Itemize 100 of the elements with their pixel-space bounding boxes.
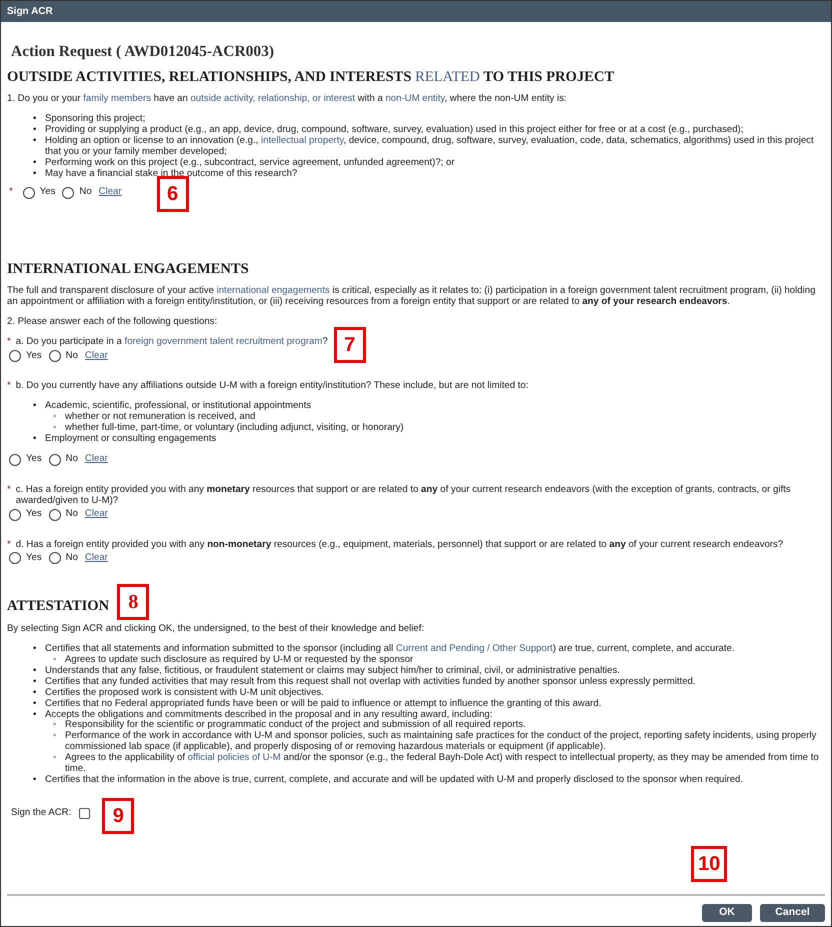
list-item-text: Certifies the proposed work is consistent with U-M unit objectives.	[45, 688, 324, 699]
list-item-text: Certifies that any funded activities that may result from this request shall not overlap with activities funded by another sponsor unless expressly permitted.	[45, 676, 696, 688]
callout-number: 9	[102, 798, 134, 834]
radio-label: Yes	[40, 187, 56, 198]
link[interactable]: outside activity, relationship, or interest	[190, 93, 356, 104]
link[interactable]: Current and Pending / Other Support	[396, 642, 553, 654]
list-item-text: whether or not remuneration is received, and	[65, 412, 256, 423]
link[interactable]: intellectual property	[261, 135, 344, 146]
radio-button[interactable]	[9, 508, 21, 520]
bullet: •	[33, 136, 38, 148]
callout-number: 7	[334, 327, 366, 364]
window-title: Sign ACR	[1, 1, 831, 22]
question-text: a. Do you participate in a foreign government talent recruitment program?	[16, 337, 328, 348]
list-item-text: Certifies that the information in the above is true, current, complete, and accurate and will be updated with U-M and properly disclosed to the sponsor when required.	[45, 775, 744, 786]
radio-label: No	[66, 509, 78, 520]
radio-button[interactable]	[9, 350, 21, 362]
bullet: •	[33, 644, 38, 655]
bullet: •	[33, 434, 38, 445]
link[interactable]: RELATED	[415, 68, 480, 85]
link[interactable]: official policies of U-M	[188, 752, 281, 764]
cancel-button[interactable]: Cancel	[760, 904, 825, 922]
radio-button[interactable]	[48, 454, 61, 466]
list-item-text: Understands that any false, fictitious, or fraudulent statement or claims may subject him/her to criminal, civil, or administrative penalties.	[45, 666, 620, 677]
bullet: •	[33, 666, 38, 677]
radio-button[interactable]	[9, 552, 21, 564]
bullet: •	[33, 676, 38, 688]
list-item-text: Providing or supplying a product (e.g., an app, device, drug, compound, software, survey, evaluation) used in this project either for free or at a cost (e.g., purchased);	[45, 125, 744, 136]
bullet: ◦	[53, 731, 58, 744]
page-title: Action Request ( AWD012045-ACR003)	[11, 43, 276, 61]
required-asterisk: *	[7, 337, 11, 348]
bullet: •	[33, 698, 38, 710]
bullet: •	[33, 710, 38, 720]
bullet: ◦	[53, 654, 58, 666]
required-asterisk: *	[7, 381, 11, 392]
radio-label: No	[66, 454, 78, 466]
question-text: c. Has a foreign entity provided you with any monetary resources that support or are related to any of your current research endeavors (with the exception of grants, contracts, or gifts awarded/given to U-M)?	[16, 484, 792, 506]
bullet: ◦	[53, 422, 58, 434]
list-item-text: Responsibility for the scientific or programmatic conduct of the project and submission of all required reports.	[65, 720, 526, 731]
list-item-text: Sponsoring this project;	[45, 114, 146, 125]
bullet: •	[33, 400, 38, 412]
bullet: ◦	[53, 753, 58, 766]
clear-link[interactable]: Clear	[98, 187, 122, 198]
bullet: •	[33, 125, 38, 136]
radio-button[interactable]	[48, 350, 61, 362]
list-item-text: Employment or consulting engagements	[45, 434, 216, 445]
list-item-text: Certifies that no Federal appropriated funds have been or will be paid to influence or attempt to influence the granting of this award.	[45, 698, 602, 710]
question-text: The full and transparent disclosure of your active international engagements is critical, especially as it relates to: (i) participation in a foreign government talent recruitment program, (ii) holding an appointment or affiliation with a foreign entity/institution, or (iii) receiving resources from a foreign entity that support or are related to any of your research endeavors.	[7, 286, 816, 308]
link[interactable]: family members	[83, 93, 151, 104]
question-text: By selecting Sign ACR and clicking OK, the undersigned, to the best of their knowledge and belief:	[7, 624, 424, 635]
section-heading: INTERNATIONAL ENGAGEMENTS	[7, 260, 249, 278]
radio-label: No	[66, 350, 78, 362]
callout-number: 6	[156, 176, 189, 212]
list-item-text: whether full-time, part-time, or voluntary (including adjunct, visiting, or honorary)	[65, 422, 404, 434]
checkbox[interactable]	[79, 808, 90, 819]
list-item-text: Academic, scientific, professional, or institutional appointments	[45, 400, 312, 412]
radio-label: Yes	[26, 454, 42, 466]
bullet: •	[33, 158, 38, 169]
list-item-text: Performing work on this project (e.g., subcontract, service agreement, unfunded agreement)?; or	[45, 158, 455, 169]
radio-button[interactable]	[48, 552, 61, 564]
clear-link[interactable]: Clear	[84, 350, 108, 362]
callout-number: 8	[117, 584, 150, 620]
radio-label: No	[79, 187, 92, 198]
list-item-text: Holding an option or license to an innovation (e.g., intellectual property, device, compound, drug, software, survey, evaluation, code, data, schematics, algorithms) used in this project that you or your family member developed;	[45, 136, 815, 158]
radio-label: Yes	[26, 552, 42, 564]
required-asterisk: *	[7, 540, 11, 550]
radio-button[interactable]	[9, 454, 21, 466]
radio-button[interactable]	[22, 186, 35, 199]
list-item-text: Accepts the obligations and commitments described in the proposal and in any resulting award, including:	[45, 710, 492, 720]
radio-label: Yes	[26, 350, 42, 362]
list-item-text: Agrees to update such disclosure as required by U-M or requested by the sponsor	[65, 654, 414, 666]
clear-link[interactable]: Clear	[84, 552, 108, 564]
bullet: ◦	[53, 412, 58, 423]
question-text: 1. Do you or your family members have an outside activity, relationship, or interest with a non-UM entity, where the non-UM entity is:	[7, 94, 567, 106]
required-asterisk: *	[7, 484, 11, 497]
question-text: 2. Please answer each of the following questions:	[7, 317, 218, 328]
ok-button[interactable]: OK	[702, 904, 752, 922]
bullet: •	[33, 688, 38, 699]
list-item-text: Agrees to the applicability of official policies of U-M and/or the sponsor (e.g., the federal Bayh-Dole Act) with respect to intellectual property, as they may be amended from time to time.	[65, 753, 820, 775]
question-text: d. Has a foreign entity provided you with any non-monetary resources (e.g., equipment, materials, personnel) that support or are related to any of your current research endeavors?	[16, 540, 784, 550]
bullet: •	[33, 114, 38, 126]
section-heading: ATTESTATION	[7, 598, 110, 616]
link[interactable]: international engagements	[216, 285, 330, 296]
link[interactable]: foreign government talent recruitment program	[124, 336, 322, 348]
clear-link[interactable]: Clear	[84, 454, 108, 466]
link[interactable]: non-UM entity	[385, 93, 444, 104]
callout-number: 10	[691, 846, 728, 882]
section-heading: OUTSIDE ACTIVITIES, RELATIONSHIPS, AND INTERESTS RELATED TO THIS PROJECT	[7, 68, 614, 86]
bullet: ◦	[53, 720, 58, 732]
required-asterisk: *	[9, 187, 13, 198]
radio-button[interactable]	[62, 186, 74, 199]
radio-button[interactable]	[48, 508, 61, 520]
question-text: b. Do you currently have any affiliations outside U-M with a foreign entity/institution? These include, but are not limited to:	[16, 381, 528, 392]
list-item-text: Performance of the work in accordance with U-M and sponsor policies, such as maintaining safe practices for the conduct of the project, reporting safety incidents, using properly commissioned lab space (if applicable), and properly disposing of or removing hazardous materials or equipment (if applicable).	[65, 731, 818, 753]
checkbox-label: Sign the ACR:	[11, 808, 72, 819]
clear-link[interactable]: Clear	[84, 509, 108, 520]
radio-label: Yes	[26, 509, 42, 520]
bullet: •	[33, 168, 38, 180]
radio-label: No	[66, 552, 78, 564]
bullet: •	[33, 775, 38, 786]
list-item-text: Certifies that all statements and information submitted to the sponsor (including all Current and Pending / Other Support) are true, current, complete, and accurate.	[45, 644, 735, 655]
